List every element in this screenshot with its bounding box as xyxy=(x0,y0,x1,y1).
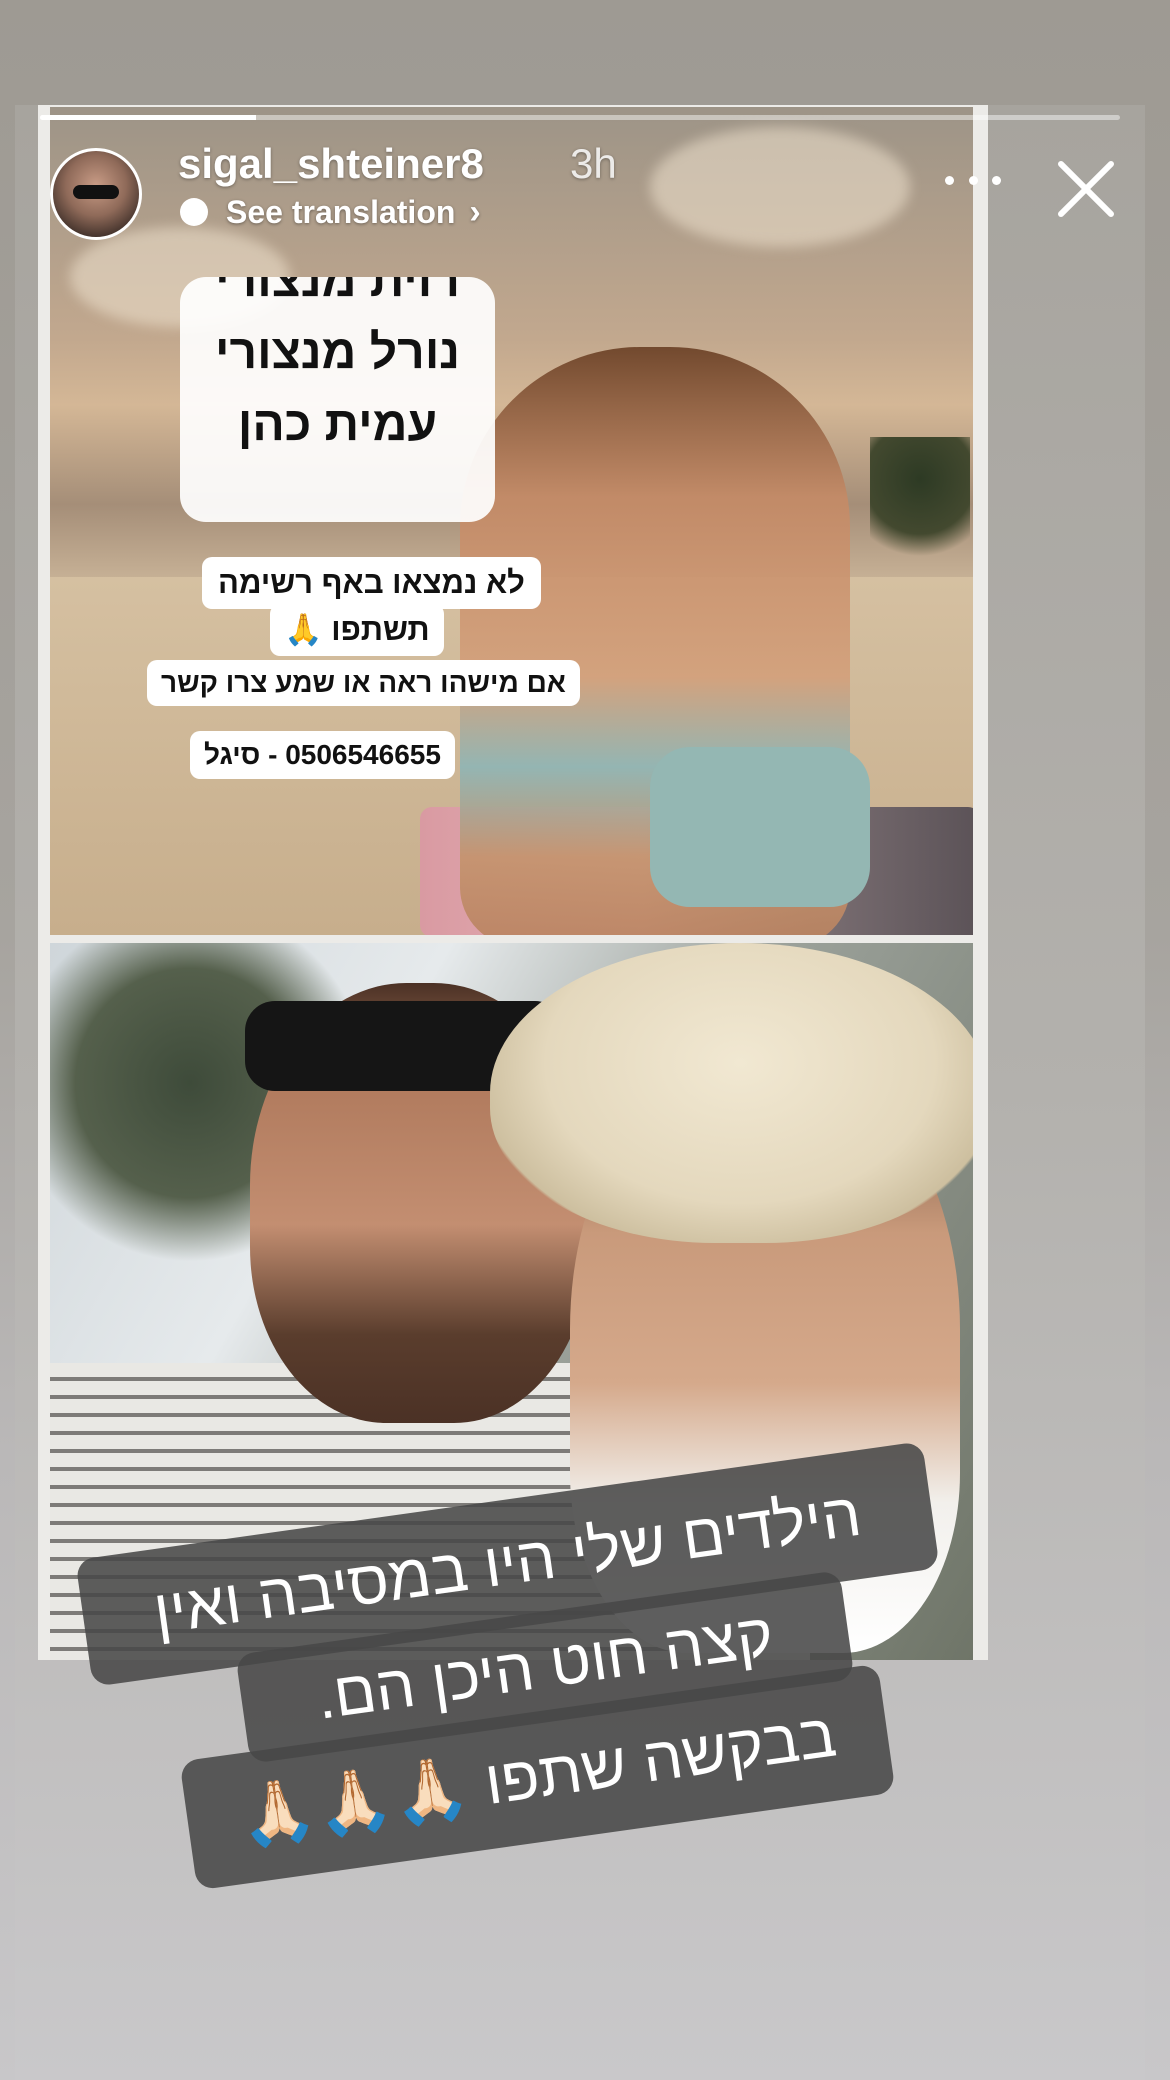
more-dot-icon xyxy=(968,175,978,185)
see-translation-label: See translation xyxy=(226,193,456,230)
more-dot-icon xyxy=(945,175,954,185)
story-header: sigal_shteiner8 3h See translation › xyxy=(0,130,1170,250)
photo-collage: רוית מנצורי נורל מנצורי עמית כהן לא נמצא… xyxy=(38,105,988,1660)
notice-contact: אם מישהו ראה או שמע צרו קשר xyxy=(147,660,580,706)
story-progress-bar xyxy=(40,115,1120,120)
close-icon xyxy=(1058,161,1114,217)
missing-names-card: רוית מנצורי נורל מנצורי עמית כהן xyxy=(180,277,495,522)
avatar-sunglasses-icon xyxy=(73,185,119,199)
chevron-right-icon: › xyxy=(469,192,481,231)
more-dot-icon xyxy=(992,175,1001,185)
translate-dot-icon xyxy=(180,198,208,226)
more-options-button[interactable] xyxy=(945,160,1001,200)
username-link[interactable]: sigal_shteiner8 xyxy=(178,140,484,188)
notice-not-found: לא נמצאו באף רשימה xyxy=(202,557,541,609)
notice-share: תשתפו 🙏 xyxy=(270,604,444,656)
close-button[interactable] xyxy=(1055,158,1117,220)
notice-phone: 0506546655 - סיגל xyxy=(190,731,455,779)
name-cut-off: רוית מנצורי xyxy=(215,277,460,307)
see-translation-link[interactable]: See translation › xyxy=(180,190,481,234)
name-amit: עמית כהן xyxy=(237,398,438,451)
story-progress-fill xyxy=(40,115,256,120)
name-norel: נורל מנצורי xyxy=(214,326,460,379)
user-avatar[interactable] xyxy=(50,148,142,240)
post-timestamp: 3h xyxy=(570,140,617,187)
